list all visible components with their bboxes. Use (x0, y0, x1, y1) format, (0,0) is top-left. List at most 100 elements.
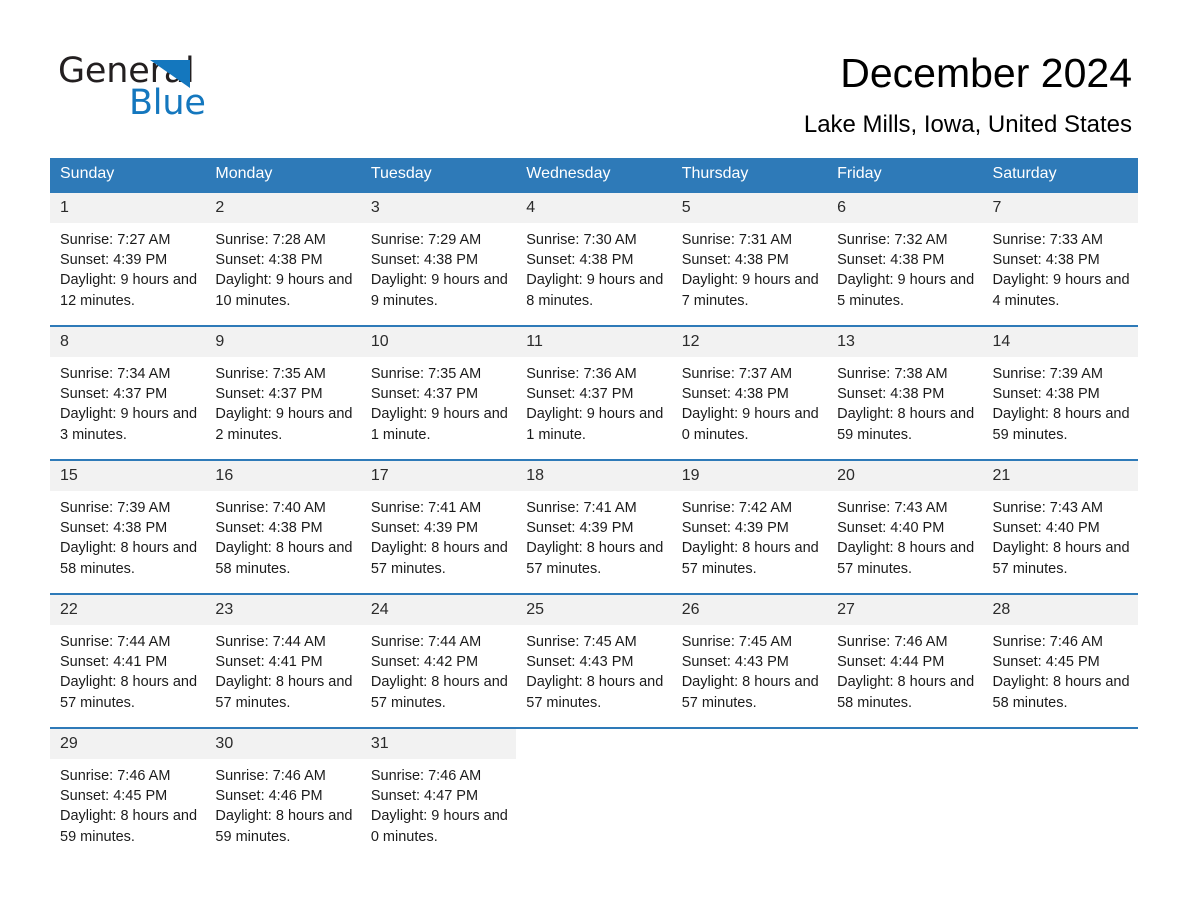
weekday-header-sunday: Sunday (50, 158, 206, 192)
day-number: 25 (516, 595, 672, 625)
sunrise-text: Sunrise: 7:43 AM (837, 500, 948, 516)
day-cell[interactable]: 8 Sunrise: 7:34 AM Sunset: 4:37 PM Daylight… (50, 325, 206, 445)
day-cell[interactable]: 10 Sunrise: 7:35 AM Sunset: 4:37 PM Dayligh… (360, 325, 517, 445)
day-cell[interactable]: 5 Sunrise: 7:31 AM Sunset: 4:38 PM Daylight… (671, 191, 828, 311)
daylight-text: Daylight: 8 hours and 59 minutes. (60, 808, 198, 845)
daylight-text: Daylight: 8 hours and 57 minutes. (681, 674, 819, 711)
daylight-text: Daylight: 9 hours and 7 minutes. (681, 272, 819, 309)
calendar-week-row: 29 Sunrise: 7:46 AM Sunset: 4:45 PM Dayligh… (50, 727, 1138, 847)
day-cell[interactable]: 7 Sunrise: 7:33 AM Sunset: 4:38 PM Daylight… (982, 191, 1138, 311)
day-cell[interactable]: 6 Sunrise: 7:32 AM Sunset: 4:38 PM Daylight… (827, 191, 983, 311)
day-cell[interactable]: 31 Sunrise: 7:46 AM Sunset: 4:47 PM Dayligh… (360, 727, 517, 847)
day-cell[interactable]: 12 Sunrise: 7:37 AM Sunset: 4:38 PM Dayligh… (671, 325, 828, 445)
day-number: 12 (671, 327, 828, 357)
calendar-week-row: 8 Sunrise: 7:34 AM Sunset: 4:37 PM Daylight… (50, 325, 1138, 445)
day-number: 16 (205, 461, 361, 491)
daylight-text: Daylight: 9 hours and 12 minutes. (60, 272, 198, 309)
day-cell[interactable]: 26 Sunrise: 7:45 AM Sunset: 4:43 PM Dayligh… (671, 593, 828, 713)
title-block: December 2024 Lake Mills, Iowa, United S… (804, 48, 1132, 140)
sunset-text: Sunset: 4:39 PM (60, 252, 168, 269)
sunset-text: Sunset: 4:42 PM (370, 654, 479, 671)
day-number: 11 (516, 327, 672, 357)
sunrise-text: Sunrise: 7:45 AM (526, 634, 637, 650)
page-header: General Blue December 2024 Lake Mills, I… (0, 0, 1188, 148)
sunset-text: Sunset: 4:38 PM (992, 386, 1100, 403)
general-blue-logo: General Blue (58, 52, 318, 122)
day-cell[interactable]: 3 Sunrise: 7:29 AM Sunset: 4:38 PM Daylight… (360, 191, 517, 311)
day-cell[interactable]: 2 Sunrise: 7:28 AM Sunset: 4:38 PM Daylight… (205, 191, 361, 311)
sunrise-text: Sunrise: 7:42 AM (681, 500, 793, 516)
day-number: 28 (982, 595, 1138, 625)
day-cell[interactable]: 11 Sunrise: 7:36 AM Sunset: 4:37 PM Dayligh… (516, 325, 672, 445)
sunset-text: Sunset: 4:47 PM (370, 788, 479, 805)
day-cell[interactable]: 21 Sunrise: 7:43 AM Sunset: 4:40 PM Dayligh… (982, 459, 1138, 579)
day-cell[interactable]: 16 Sunrise: 7:40 AM Sunset: 4:38 PM Dayligh… (205, 459, 361, 579)
day-cell[interactable]: 28 Sunrise: 7:46 AM Sunset: 4:45 PM Dayligh… (982, 593, 1138, 713)
sunset-text: Sunset: 4:45 PM (992, 654, 1100, 671)
day-cell[interactable]: 4 Sunrise: 7:30 AM Sunset: 4:38 PM Daylight… (516, 191, 672, 311)
day-cell[interactable]: 19 Sunrise: 7:42 AM Sunset: 4:39 PM Dayligh… (671, 459, 828, 579)
weekday-header-thursday: Thursday (671, 158, 828, 192)
day-number: 15 (50, 461, 206, 491)
sunset-text: Sunset: 4:43 PM (526, 654, 634, 671)
weekday-header-friday: Friday (827, 158, 983, 192)
sunrise-text: Sunrise: 7:46 AM (992, 634, 1103, 650)
day-cell[interactable]: 15 Sunrise: 7:39 AM Sunset: 4:38 PM Dayligh… (50, 459, 206, 579)
daylight-text: Daylight: 9 hours and 5 minutes. (837, 272, 975, 309)
sunset-text: Sunset: 4:38 PM (60, 520, 168, 537)
day-cell[interactable]: 17 Sunrise: 7:41 AM Sunset: 4:39 PM Dayligh… (360, 459, 517, 579)
weekday-header-monday: Monday (205, 158, 361, 192)
calendar-body: 1 Sunrise: 7:27 AM Sunset: 4:39 PM Daylight… (50, 191, 1138, 847)
daylight-text: Daylight: 8 hours and 57 minutes. (370, 540, 508, 577)
calendar-table: Sunday Monday Tuesday Wednesday Thursday… (50, 158, 1138, 847)
day-cell[interactable]: 13 Sunrise: 7:38 AM Sunset: 4:38 PM Dayligh… (827, 325, 983, 445)
week-spacer (50, 579, 1138, 594)
sunrise-text: Sunrise: 7:41 AM (526, 500, 637, 516)
sunrise-text: Sunrise: 7:41 AM (370, 500, 482, 516)
day-cell[interactable]: 25 Sunrise: 7:45 AM Sunset: 4:43 PM Dayligh… (516, 593, 672, 713)
day-cell[interactable]: 18 Sunrise: 7:41 AM Sunset: 4:39 PM Dayligh… (516, 459, 672, 579)
daylight-text: Daylight: 9 hours and 1 minute. (526, 406, 664, 443)
day-cell[interactable]: 22 Sunrise: 7:44 AM Sunset: 4:41 PM Dayligh… (50, 593, 206, 713)
day-cell[interactable]: 24 Sunrise: 7:44 AM Sunset: 4:42 PM Dayligh… (360, 593, 517, 713)
sunset-text: Sunset: 4:39 PM (681, 520, 789, 537)
day-cell[interactable]: 9 Sunrise: 7:35 AM Sunset: 4:37 PM Daylight… (205, 325, 361, 445)
day-cell[interactable]: 27 Sunrise: 7:46 AM Sunset: 4:44 PM Dayligh… (827, 593, 983, 713)
day-number: 29 (50, 729, 206, 759)
day-cell[interactable]: 20 Sunrise: 7:43 AM Sunset: 4:40 PM Dayligh… (827, 459, 983, 579)
day-cell-empty (982, 727, 1138, 847)
sunrise-text: Sunrise: 7:43 AM (992, 500, 1103, 516)
sunset-text: Sunset: 4:37 PM (60, 386, 168, 403)
sunset-text: Sunset: 4:40 PM (837, 520, 945, 537)
logo-text-blue: Blue (129, 83, 206, 123)
day-number: 1 (50, 193, 206, 223)
day-number: 30 (205, 729, 361, 759)
sunrise-text: Sunrise: 7:33 AM (992, 232, 1103, 248)
day-number: 4 (516, 193, 672, 223)
day-number (982, 729, 1138, 759)
sunrise-text: Sunrise: 7:34 AM (60, 366, 171, 382)
day-number: 31 (360, 729, 517, 759)
sunrise-text: Sunrise: 7:44 AM (60, 634, 171, 650)
day-cell[interactable]: 29 Sunrise: 7:46 AM Sunset: 4:45 PM Dayligh… (50, 727, 206, 847)
daylight-text: Daylight: 8 hours and 57 minutes. (837, 540, 975, 577)
day-cell-empty (516, 727, 672, 847)
day-number: 13 (827, 327, 983, 357)
daylight-text: Daylight: 8 hours and 57 minutes. (526, 674, 664, 711)
day-cell[interactable]: 30 Sunrise: 7:46 AM Sunset: 4:46 PM Dayligh… (205, 727, 361, 847)
day-cell[interactable]: 23 Sunrise: 7:44 AM Sunset: 4:41 PM Dayligh… (205, 593, 361, 713)
sunset-text: Sunset: 4:38 PM (681, 252, 789, 269)
sunset-text: Sunset: 4:38 PM (215, 252, 323, 269)
day-number (671, 729, 828, 759)
calendar-week-row: 15 Sunrise: 7:39 AM Sunset: 4:38 PM Dayligh… (50, 459, 1138, 579)
day-cell[interactable]: 14 Sunrise: 7:39 AM Sunset: 4:38 PM Dayligh… (982, 325, 1138, 445)
sunset-text: Sunset: 4:39 PM (526, 520, 634, 537)
sunset-text: Sunset: 4:38 PM (837, 252, 945, 269)
daylight-text: Daylight: 8 hours and 59 minutes. (992, 406, 1130, 443)
sunset-text: Sunset: 4:43 PM (681, 654, 789, 671)
sunrise-text: Sunrise: 7:28 AM (215, 232, 326, 248)
day-cell[interactable]: 1 Sunrise: 7:27 AM Sunset: 4:39 PM Daylight… (50, 191, 206, 311)
sunrise-text: Sunrise: 7:40 AM (215, 500, 326, 516)
sunrise-text: Sunrise: 7:46 AM (370, 768, 482, 784)
daylight-text: Daylight: 8 hours and 59 minutes. (215, 808, 353, 845)
